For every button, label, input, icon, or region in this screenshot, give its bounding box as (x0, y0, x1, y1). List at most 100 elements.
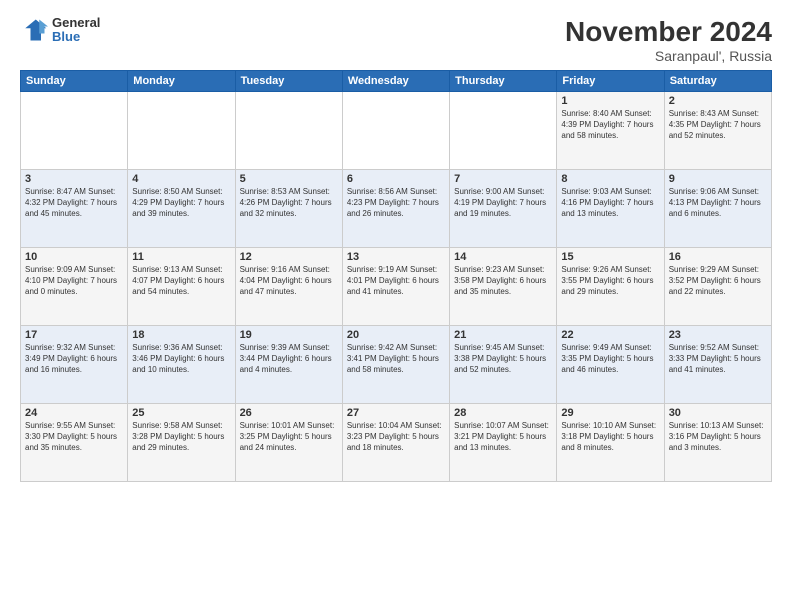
table-row: 30Sunrise: 10:13 AM Sunset: 3:16 PM Dayl… (664, 404, 771, 482)
day-info: Sunrise: 9:58 AM Sunset: 3:28 PM Dayligh… (132, 421, 230, 453)
day-number: 10 (25, 251, 123, 263)
table-row: 25Sunrise: 9:58 AM Sunset: 3:28 PM Dayli… (128, 404, 235, 482)
table-row: 28Sunrise: 10:07 AM Sunset: 3:21 PM Dayl… (450, 404, 557, 482)
table-row: 19 Sunrise: 9:39 AM Sunset: 3:44 PM Dayli… (235, 326, 342, 404)
day-info: Sunrise: 10:01 AM Sunset: 3:25 PM Daylig… (240, 421, 338, 453)
day-info: Sunrise: 9:26 AM Sunset: 3:55 PM Dayligh… (561, 265, 659, 297)
header-row: Sunday Monday Tuesday Wednesday Thursday… (21, 71, 772, 92)
day-info: Sunrise: 9:55 AM Sunset: 3:30 PM Dayligh… (25, 421, 123, 453)
table-row: 21 Sunrise: 9:45 AM Sunset: 3:38 PM Dayli… (450, 326, 557, 404)
table-row: 2 Sunrise: 8:43 AM Sunset: 4:35 PM Daylig… (664, 92, 771, 170)
week-row-4: 17Sunrise: 9:32 AM Sunset: 3:49 PM Dayli… (21, 326, 772, 404)
day-info: Sunrise: 8:43 AM Sunset: 4:35 PM Dayligh… (669, 109, 767, 141)
day-info: Sunrise: 9:13 AM Sunset: 4:07 PM Dayligh… (132, 265, 230, 297)
day-info: Sunrise: 8:47 AM Sunset: 4:32 PM Dayligh… (25, 187, 123, 219)
table-row: 7 Sunrise: 9:00 AM Sunset: 4:19 PM Daylig… (450, 170, 557, 248)
col-friday: Friday (557, 71, 664, 92)
day-info: Sunrise: 9:42 AM Sunset: 3:41 PM Dayligh… (347, 343, 445, 375)
day-info: Sunrise: 9:06 AM Sunset: 4:13 PM Dayligh… (669, 187, 767, 219)
table-row: 24 Sunrise: 9:55 AM Sunset: 3:30 PM Dayli… (21, 404, 128, 482)
day-number: 15 (561, 251, 659, 263)
calendar-subtitle: Saranpaul', Russia (565, 48, 772, 64)
day-info: Sunrise: 9:49 AM Sunset: 3:35 PM Dayligh… (561, 343, 659, 375)
table-row: 9 Sunrise: 9:06 AM Sunset: 4:13 PM Daylig… (664, 170, 771, 248)
col-sunday: Sunday (21, 71, 128, 92)
week-row-3: 10Sunrise: 9:09 AM Sunset: 4:10 PM Dayli… (21, 248, 772, 326)
day-number: 1 (561, 95, 659, 107)
logo-text: General Blue (52, 16, 100, 45)
day-number: 21 (454, 329, 552, 341)
day-info: Sunrise: 9:39 AM Sunset: 3:44 PM Dayligh… (240, 343, 338, 375)
table-row (128, 92, 235, 170)
table-row: 22 Sunrise: 9:49 AM Sunset: 3:35 PM Dayli… (557, 326, 664, 404)
logo-blue-text: Blue (52, 30, 100, 44)
table-row: 17Sunrise: 9:32 AM Sunset: 3:49 PM Dayli… (21, 326, 128, 404)
page: General Blue November 2024 Saranpaul', R… (0, 0, 792, 612)
calendar-title: November 2024 (565, 16, 772, 48)
table-row: 10Sunrise: 9:09 AM Sunset: 4:10 PM Dayli… (21, 248, 128, 326)
day-number: 5 (240, 173, 338, 185)
table-row: 29Sunrise: 10:10 AM Sunset: 3:18 PM Dayl… (557, 404, 664, 482)
day-info: Sunrise: 9:32 AM Sunset: 3:49 PM Dayligh… (25, 343, 123, 375)
day-info: Sunrise: 9:29 AM Sunset: 3:52 PM Dayligh… (669, 265, 767, 297)
logo: General Blue (20, 16, 100, 45)
day-number: 30 (669, 407, 767, 419)
day-info: Sunrise: 10:10 AM Sunset: 3:18 PM Daylig… (561, 421, 659, 453)
table-row: 11 Sunrise: 9:13 AM Sunset: 4:07 PM Dayli… (128, 248, 235, 326)
col-tuesday: Tuesday (235, 71, 342, 92)
day-info: Sunrise: 9:19 AM Sunset: 4:01 PM Dayligh… (347, 265, 445, 297)
day-number: 9 (669, 173, 767, 185)
day-info: Sunrise: 9:03 AM Sunset: 4:16 PM Dayligh… (561, 187, 659, 219)
day-info: Sunrise: 8:40 AM Sunset: 4:39 PM Dayligh… (561, 109, 659, 141)
table-row: 6Sunrise: 8:56 AM Sunset: 4:23 PM Daylig… (342, 170, 449, 248)
table-row: 8Sunrise: 9:03 AM Sunset: 4:16 PM Daylig… (557, 170, 664, 248)
day-number: 12 (240, 251, 338, 263)
day-number: 24 (25, 407, 123, 419)
table-row: 27 Sunrise: 10:04 AM Sunset: 3:23 PM Dayl… (342, 404, 449, 482)
week-row-1: 1 Sunrise: 8:40 AM Sunset: 4:39 PM Daylig… (21, 92, 772, 170)
day-number: 14 (454, 251, 552, 263)
day-number: 11 (132, 251, 230, 263)
table-row (450, 92, 557, 170)
header: General Blue November 2024 Saranpaul', R… (20, 16, 772, 64)
day-info: Sunrise: 9:52 AM Sunset: 3:33 PM Dayligh… (669, 343, 767, 375)
table-row: 16 Sunrise: 9:29 AM Sunset: 3:52 PM Dayli… (664, 248, 771, 326)
title-block: November 2024 Saranpaul', Russia (565, 16, 772, 64)
day-number: 2 (669, 95, 767, 107)
day-number: 19 (240, 329, 338, 341)
table-row (342, 92, 449, 170)
col-wednesday: Wednesday (342, 71, 449, 92)
day-info: Sunrise: 9:23 AM Sunset: 3:58 PM Dayligh… (454, 265, 552, 297)
table-row: 14 Sunrise: 9:23 AM Sunset: 3:58 PM Dayli… (450, 248, 557, 326)
day-number: 23 (669, 329, 767, 341)
table-row: 20 Sunrise: 9:42 AM Sunset: 3:41 PM Dayli… (342, 326, 449, 404)
day-number: 27 (347, 407, 445, 419)
table-row: 23 Sunrise: 9:52 AM Sunset: 3:33 PM Dayli… (664, 326, 771, 404)
day-info: Sunrise: 9:00 AM Sunset: 4:19 PM Dayligh… (454, 187, 552, 219)
logo-icon (20, 16, 48, 44)
day-info: Sunrise: 8:50 AM Sunset: 4:29 PM Dayligh… (132, 187, 230, 219)
col-saturday: Saturday (664, 71, 771, 92)
calendar-table: Sunday Monday Tuesday Wednesday Thursday… (20, 70, 772, 482)
table-row: 13Sunrise: 9:19 AM Sunset: 4:01 PM Dayli… (342, 248, 449, 326)
day-number: 16 (669, 251, 767, 263)
day-number: 26 (240, 407, 338, 419)
day-info: Sunrise: 9:45 AM Sunset: 3:38 PM Dayligh… (454, 343, 552, 375)
day-number: 3 (25, 173, 123, 185)
day-number: 4 (132, 173, 230, 185)
col-thursday: Thursday (450, 71, 557, 92)
table-row (21, 92, 128, 170)
week-row-5: 24 Sunrise: 9:55 AM Sunset: 3:30 PM Dayli… (21, 404, 772, 482)
day-info: Sunrise: 10:04 AM Sunset: 3:23 PM Daylig… (347, 421, 445, 453)
day-info: Sunrise: 8:56 AM Sunset: 4:23 PM Dayligh… (347, 187, 445, 219)
day-number: 7 (454, 173, 552, 185)
day-info: Sunrise: 9:16 AM Sunset: 4:04 PM Dayligh… (240, 265, 338, 297)
table-row: 15 Sunrise: 9:26 AM Sunset: 3:55 PM Dayli… (557, 248, 664, 326)
day-number: 20 (347, 329, 445, 341)
logo-general-text: General (52, 16, 100, 30)
day-info: Sunrise: 8:53 AM Sunset: 4:26 PM Dayligh… (240, 187, 338, 219)
table-row: 5 Sunrise: 8:53 AM Sunset: 4:26 PM Daylig… (235, 170, 342, 248)
day-info: Sunrise: 10:07 AM Sunset: 3:21 PM Daylig… (454, 421, 552, 453)
day-number: 18 (132, 329, 230, 341)
day-number: 22 (561, 329, 659, 341)
